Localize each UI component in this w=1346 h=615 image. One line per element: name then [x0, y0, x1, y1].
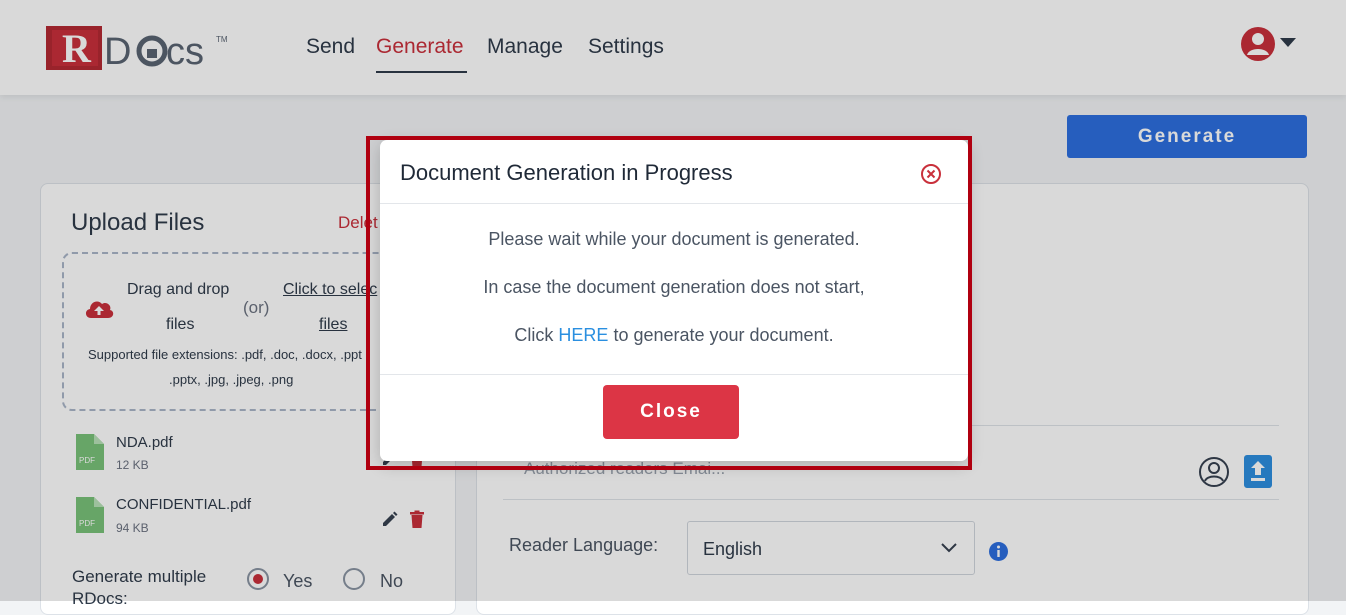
highlight-frame [366, 136, 972, 470]
